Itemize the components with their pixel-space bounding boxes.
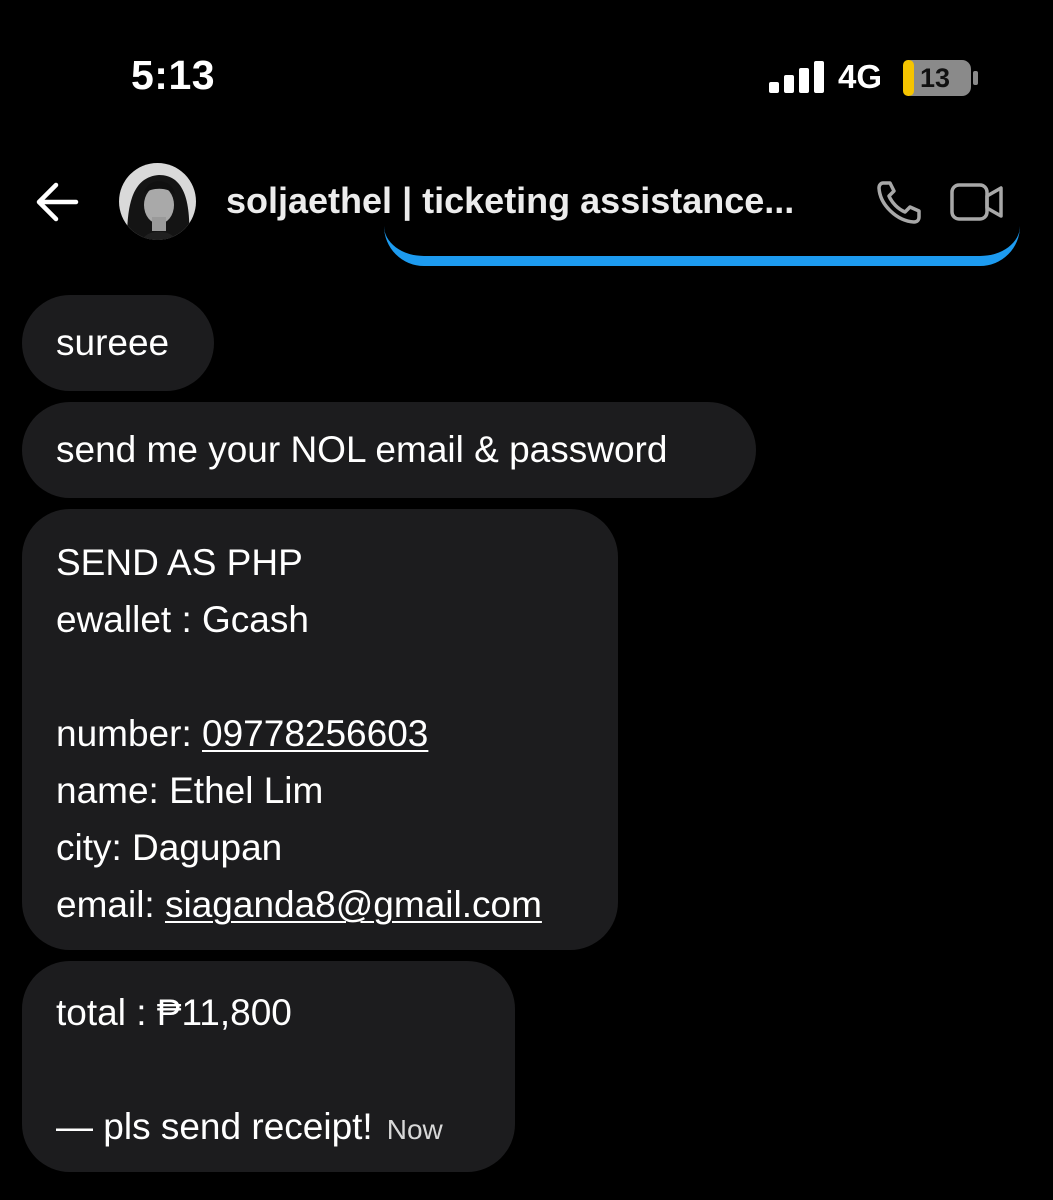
video-camera-icon[interactable] [950,181,1004,223]
battery-indicator: 13 [903,60,981,96]
number-label: number: [56,713,203,754]
message-text: send me your NOL email & password [56,429,668,470]
message-text: city: Dagupan [56,827,283,868]
message-text: total : ₱11,800 [56,992,292,1033]
message-text: SEND AS PHP [56,542,303,583]
battery-level: 13 [919,63,951,93]
message-text: name: Ethel Lim [56,770,324,811]
message-text: — pls send receipt! [56,1106,373,1147]
signal-icon [769,61,824,93]
sent-message-bubble[interactable] [384,222,1020,266]
contact-avatar[interactable] [119,163,196,240]
email-link[interactable]: siaganda8@gmail.com [165,884,542,925]
contact-name[interactable]: soljaethel | ticketing assistance... [226,180,826,222]
message-text: sureee [56,322,170,363]
phone-number-link[interactable]: 09778256603 [202,713,428,754]
number-line: number: 09778256603 [56,705,618,762]
received-message[interactable]: SEND AS PHP ewallet : Gcash number: 0977… [22,509,618,950]
back-arrow-icon[interactable] [34,180,80,224]
received-message[interactable]: send me your NOL email & password [22,402,756,498]
network-type: 4G [838,58,883,95]
phone-icon[interactable] [876,179,924,225]
email-line: email: siaganda8@gmail.com [56,876,618,933]
status-time: 5:13 [131,52,216,98]
email-label: email: [56,884,165,925]
message-timestamp: Now [386,1114,443,1145]
avatar-image [119,163,196,240]
received-message[interactable]: total : ₱11,800 — pls send receipt! Now [22,961,515,1172]
received-message[interactable]: sureee [22,295,214,391]
message-text: ewallet : Gcash [56,599,309,640]
message-last-line: — pls send receipt! Now [56,1098,515,1155]
